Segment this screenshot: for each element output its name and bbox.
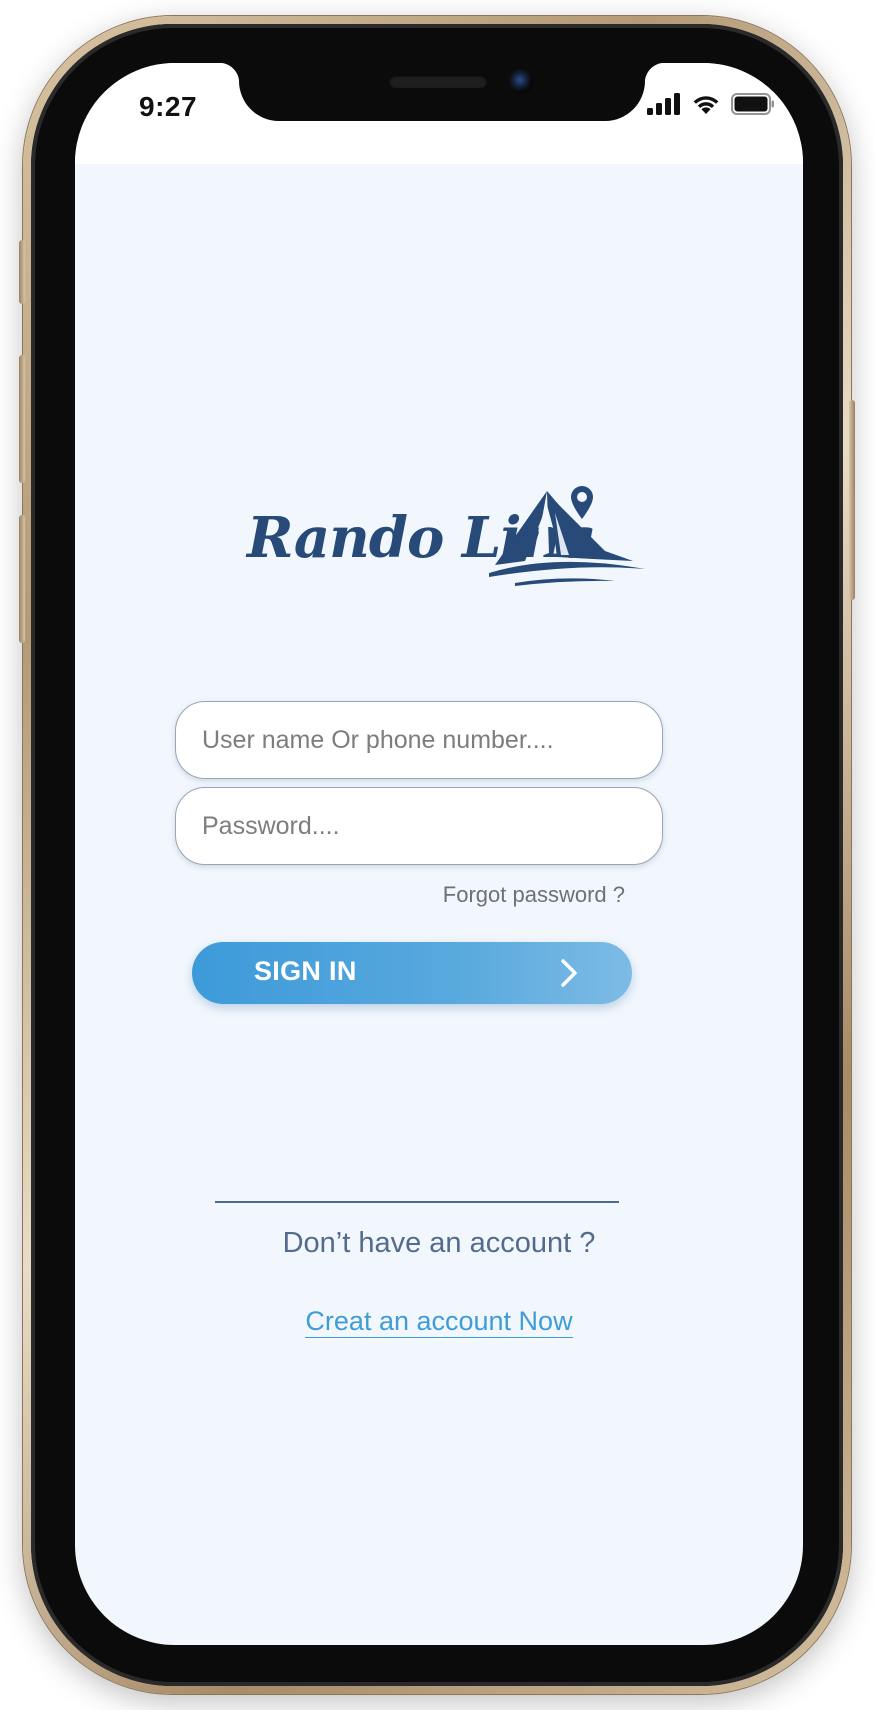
mute-switch bbox=[19, 240, 25, 304]
tent-icon bbox=[489, 491, 645, 586]
battery-icon bbox=[731, 93, 774, 115]
location-pin-icon bbox=[571, 486, 593, 519]
create-account-row: Creat an account Now bbox=[75, 1306, 803, 1338]
chevron-right-icon bbox=[561, 959, 577, 987]
username-input[interactable] bbox=[175, 701, 663, 779]
status-icons bbox=[647, 93, 775, 115]
sign-in-label: SIGN IN bbox=[254, 956, 357, 986]
status-bar: 9:27 bbox=[75, 63, 803, 164]
volume-down-button bbox=[19, 515, 25, 643]
power-button bbox=[849, 400, 855, 600]
section-divider bbox=[215, 1201, 619, 1203]
create-account-link[interactable]: Creat an account Now bbox=[305, 1306, 573, 1338]
speaker-grille bbox=[389, 75, 487, 88]
cellular-signal-icon bbox=[647, 93, 680, 115]
status-time: 9:27 bbox=[139, 91, 198, 122]
notch bbox=[219, 63, 665, 121]
no-account-prompt: Don’t have an account ? bbox=[282, 1227, 596, 1259]
app-logo: Rando Lina bbox=[247, 483, 647, 593]
sign-in-button[interactable]: SIGN IN bbox=[192, 942, 632, 1004]
phone-screen: 9:27 Rando Lina User name Or phone numbe… bbox=[75, 63, 803, 1645]
password-input[interactable] bbox=[175, 787, 663, 865]
volume-up-button bbox=[19, 355, 25, 483]
forgot-password-link[interactable]: Forgot password ? bbox=[443, 882, 625, 908]
wifi-icon bbox=[693, 96, 719, 114]
camera-icon bbox=[509, 69, 533, 93]
